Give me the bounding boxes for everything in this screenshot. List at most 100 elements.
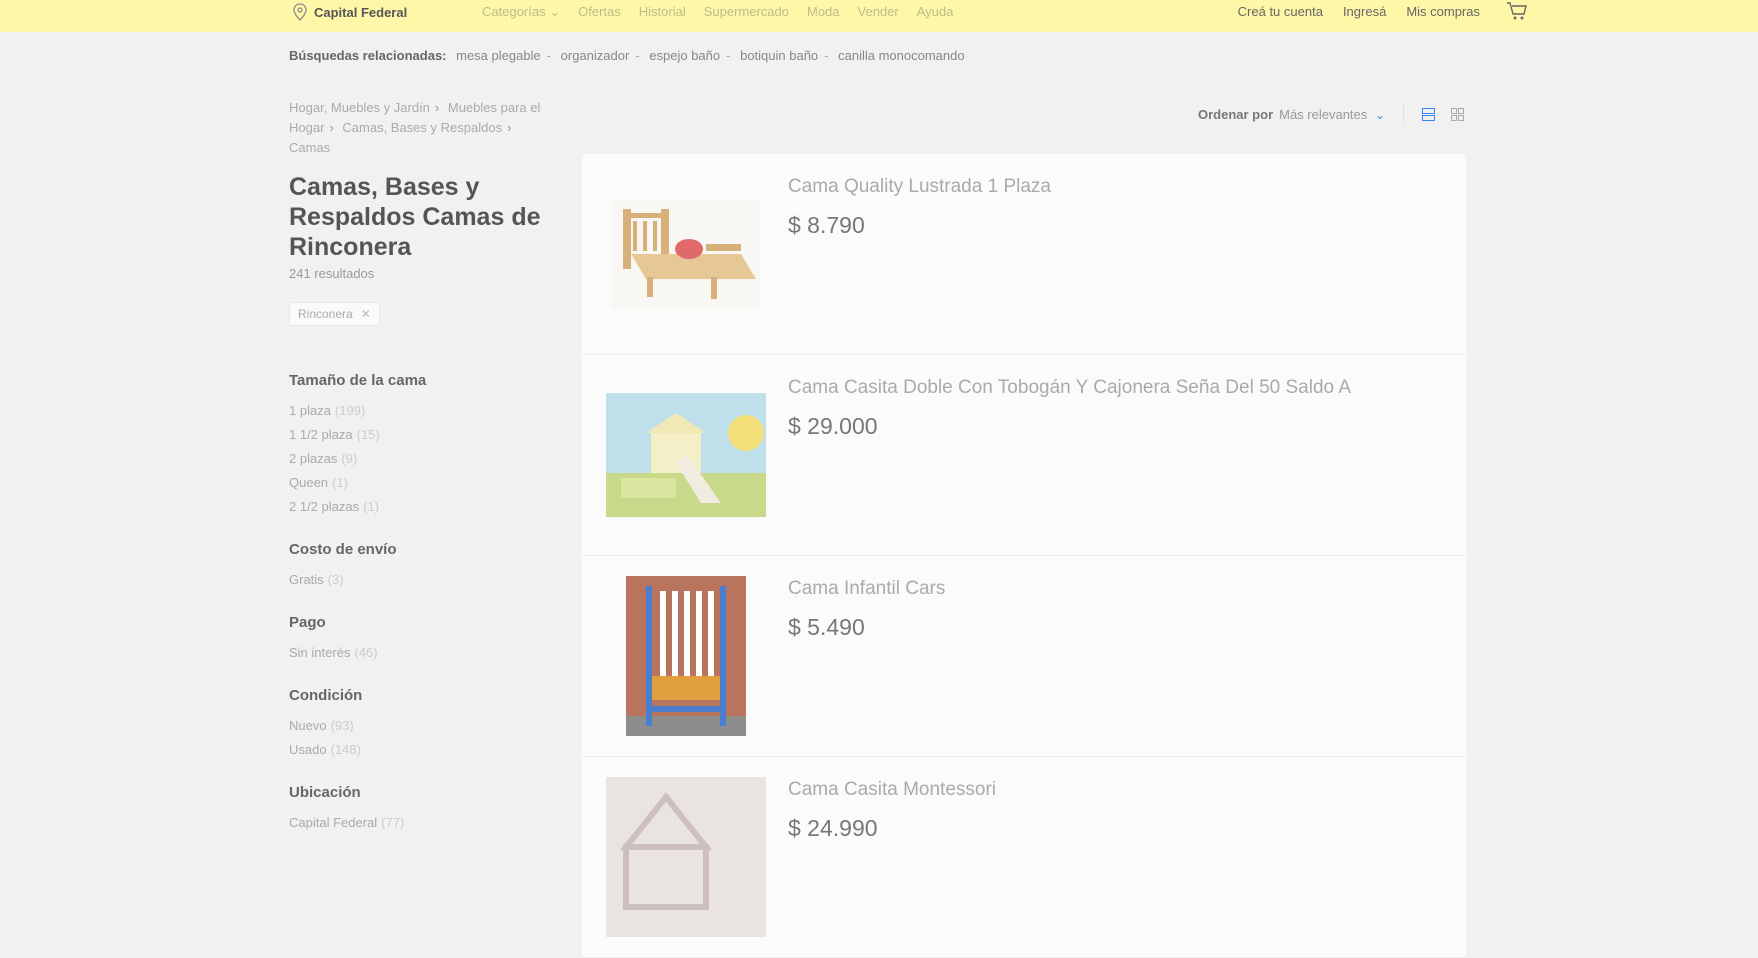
sort-dropdown[interactable]: Más relevantes ⌄ (1279, 107, 1385, 122)
facet-option-count: (9) (341, 451, 358, 466)
facet-option[interactable]: Gratis (3) (289, 568, 549, 592)
facet-option[interactable]: 2 plazas (9) (289, 447, 549, 471)
facet-option-count: (3) (327, 572, 344, 587)
facet-option[interactable]: Usado (148) (289, 738, 549, 762)
breadcrumb-link[interactable]: Camas (289, 140, 330, 155)
header-bar: Capital Federal Categorías ⌄ Ofertas His… (0, 0, 1758, 32)
product-title[interactable]: Cama Casita Doble Con Tobogán Y Cajonera… (788, 377, 1351, 399)
facet-pago: Pago Sin interés (46) (289, 614, 549, 665)
facet-option[interactable]: 2 1/2 plazas (1) (289, 495, 549, 519)
bed-image (611, 199, 761, 309)
facet-option-count: (93) (330, 718, 354, 733)
applied-filter-chip[interactable]: Rinconera ✕ (289, 302, 380, 326)
nav-categorias[interactable]: Categorías ⌄ (482, 4, 560, 20)
facet-option-count: (77) (381, 815, 405, 830)
facet-option[interactable]: Nuevo (93) (289, 714, 549, 738)
facet-title: Ubicación (289, 784, 361, 801)
related-search-link[interactable]: espejo baño (649, 48, 720, 63)
product-title[interactable]: Cama Infantil Cars (788, 578, 945, 600)
related-searches-label: Búsquedas relacionadas: (289, 48, 447, 63)
separator: - (824, 48, 829, 63)
product-title[interactable]: Cama Quality Lustrada 1 Plaza (788, 176, 1051, 198)
chevron-right-icon: › (329, 120, 334, 135)
related-search-link[interactable]: canilla monocomando (838, 48, 964, 63)
facet-option-label: 2 plazas (289, 451, 338, 466)
sort-bar: Ordenar por Más relevantes ⌄ (1198, 106, 1464, 122)
breadcrumb-link[interactable]: Camas, Bases y Respaldos (342, 120, 502, 135)
login-link[interactable]: Ingresá (1343, 4, 1386, 19)
related-searches: Búsquedas relacionadas: mesa plegable - o… (289, 48, 965, 63)
facet-option-count: (1) (332, 475, 348, 490)
chevron-down-icon: ⌄ (1374, 107, 1385, 122)
result-count: 241 resultados (289, 266, 375, 281)
nav-historial[interactable]: Historial (639, 4, 686, 20)
bed-image (606, 777, 766, 937)
nav-ofertas[interactable]: Ofertas (578, 4, 621, 20)
location-selector[interactable]: Capital Federal (292, 0, 407, 24)
product-image[interactable] (604, 373, 768, 537)
product-price: $ 8.790 (788, 212, 865, 238)
result-card[interactable]: Cama Casita Doble Con Tobogán Y Cajonera… (582, 355, 1466, 556)
result-card[interactable]: Cama Infantil Cars $ 5.490 (582, 556, 1466, 757)
chevron-down-icon: ⌄ (549, 4, 561, 19)
product-image[interactable] (604, 775, 768, 939)
facet-title: Pago (289, 614, 326, 631)
facet-option-count: (46) (354, 645, 378, 660)
facet-option[interactable]: Capital Federal (77) (289, 811, 549, 835)
nav-supermercado[interactable]: Supermercado (704, 4, 789, 20)
separator: - (546, 48, 552, 63)
results-list: Cama Quality Lustrada 1 Plaza $ 8.790 Ca… (582, 154, 1466, 958)
facet-title: Tamaño de la cama (289, 372, 427, 389)
facet-tamano: Tamaño de la cama 1 plaza (199) 1 1/2 pla… (289, 372, 549, 519)
my-purchases-link[interactable]: Mis compras (1406, 4, 1480, 19)
facet-option-label: 1 plaza (289, 403, 331, 418)
cart-button[interactable] (1506, 1, 1528, 26)
bed-image (626, 576, 746, 736)
facet-option-label: Sin interés (289, 645, 351, 660)
bed-image (606, 393, 766, 517)
breadcrumb: Hogar, Muebles y Jardín › Muebles para el… (289, 98, 559, 158)
result-card[interactable]: Cama Quality Lustrada 1 Plaza $ 8.790 (582, 154, 1466, 355)
chevron-right-icon: › (434, 100, 440, 115)
facet-option-count: (199) (334, 403, 366, 418)
product-title[interactable]: Cama Casita Montessori (788, 779, 996, 801)
list-view-icon[interactable] (1421, 107, 1435, 121)
facet-option[interactable]: Queen (1) (289, 471, 549, 495)
nav-moda[interactable]: Moda (807, 4, 840, 20)
related-search-link[interactable]: botiquin baño (740, 48, 818, 63)
facet-title: Costo de envío (289, 541, 397, 558)
product-image[interactable] (604, 574, 768, 738)
facet-ubicacion: Ubicación Capital Federal (77) (289, 784, 549, 835)
result-card[interactable]: Cama Casita Montessori $ 24.990 (582, 757, 1466, 958)
divider (1402, 106, 1404, 122)
product-price: $ 29.000 (788, 413, 878, 439)
product-image[interactable] (604, 172, 768, 336)
create-account-link[interactable]: Creá tu cuenta (1238, 4, 1323, 19)
nav-label: Categorías (482, 4, 546, 19)
facet-option-label: Nuevo (289, 718, 327, 733)
grid-view-icon[interactable] (1450, 107, 1464, 121)
product-price: $ 24.990 (788, 815, 878, 841)
facet-option[interactable]: Sin interés (46) (289, 641, 549, 665)
separator: - (726, 48, 731, 63)
facet-option-label: Queen (289, 475, 329, 490)
filter-chip-label: Rinconera (298, 307, 353, 321)
facet-option-label: Usado (289, 742, 327, 757)
facet-condicion: Condición Nuevo (93) Usado (148) (289, 687, 549, 762)
nav-ayuda[interactable]: Ayuda (917, 4, 954, 20)
sort-value: Más relevantes (1279, 106, 1368, 122)
nav-vender[interactable]: Vender (858, 4, 899, 20)
facet-option-count: (15) (356, 427, 380, 442)
close-icon[interactable]: ✕ (361, 307, 371, 321)
chevron-right-icon: › (507, 120, 512, 135)
related-search-link[interactable]: organizador (561, 48, 630, 63)
page-title: Camas, Bases y Respaldos Camas de Rincon… (289, 173, 541, 261)
facet-option[interactable]: 1 1/2 plaza (15) (289, 423, 549, 447)
related-search-link[interactable]: mesa plegable (456, 48, 541, 63)
filters-sidebar: Tamaño de la cama 1 plaza (199) 1 1/2 pla… (289, 372, 549, 857)
facet-option[interactable]: 1 plaza (199) (289, 399, 549, 423)
cart-icon (1507, 2, 1527, 20)
sort-label: Ordenar por (1198, 106, 1274, 122)
facet-envio: Costo de envío Gratis (3) (289, 541, 549, 592)
breadcrumb-link[interactable]: Hogar, Muebles y Jardín (289, 100, 430, 115)
